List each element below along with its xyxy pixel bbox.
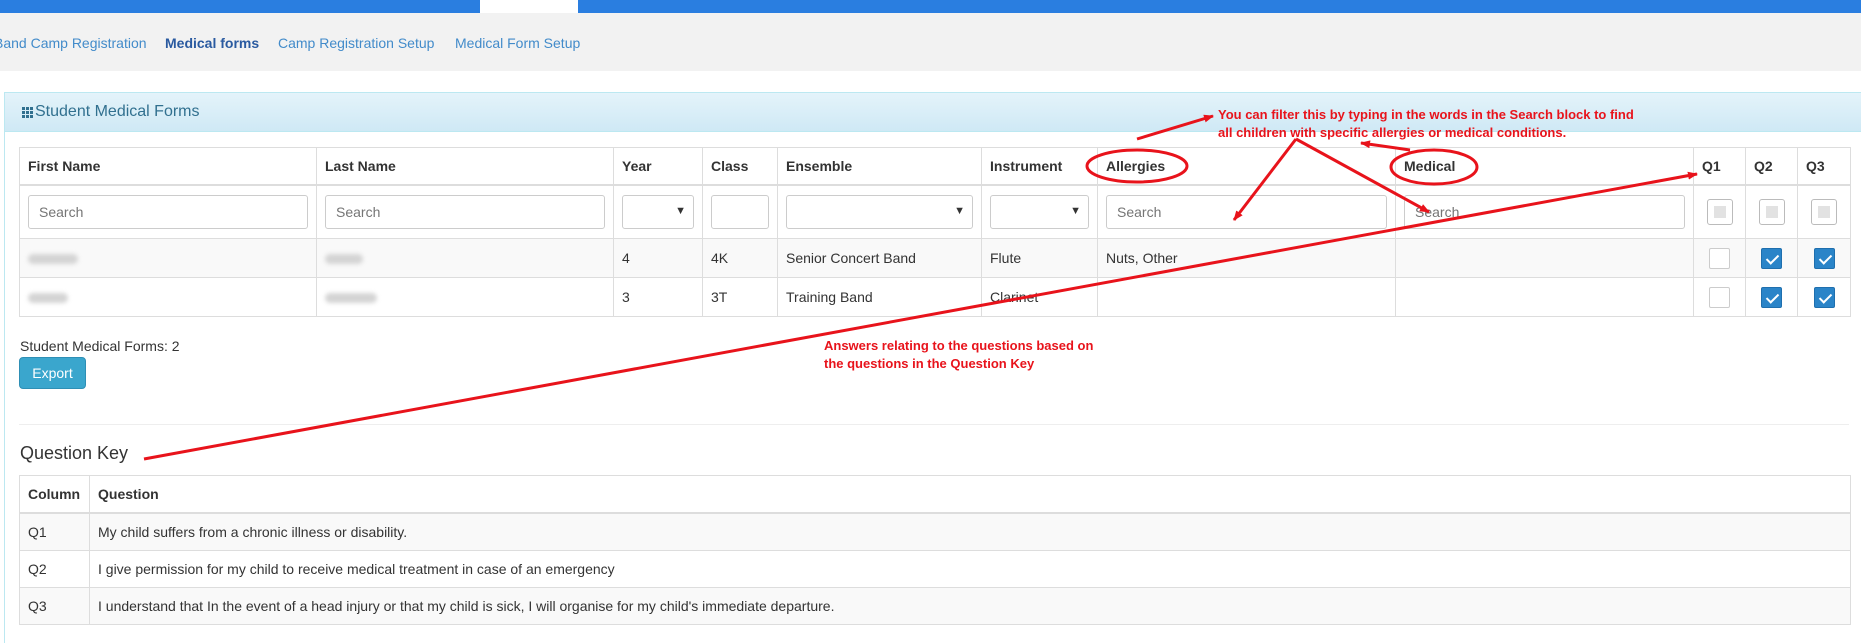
q1-checkbox[interactable]: [1709, 286, 1730, 308]
question-key-table: Column Question Q1 My child suffers from…: [19, 475, 1851, 625]
top-bar: [0, 0, 1861, 13]
allergies-cell: Nuts, Other: [1097, 238, 1396, 278]
instrument-cell: Flute: [981, 238, 1098, 278]
medical-forms-table: First Name Last Name Year Class Ensemble…: [19, 147, 1851, 317]
column-header-column: Column: [19, 475, 90, 514]
column-header-q2[interactable]: Q2: [1745, 147, 1798, 186]
column-header-medical[interactable]: Medical: [1395, 147, 1694, 186]
chevron-down-icon: ▼: [1070, 205, 1081, 217]
question-text-cell: My child suffers from a chronic illness …: [89, 512, 1851, 551]
column-header-instrument[interactable]: Instrument: [981, 147, 1098, 186]
column-header-ensemble[interactable]: Ensemble: [777, 147, 982, 186]
table-row: 4 4K Senior Concert Band Flute Nuts, Oth…: [19, 238, 1851, 278]
first-name-cell: [19, 277, 317, 317]
chevron-down-icon: ▼: [675, 205, 686, 217]
medical-cell: [1395, 238, 1694, 278]
table-row: Q3 I understand that In the event of a h…: [19, 587, 1851, 625]
column-header-allergies[interactable]: Allergies: [1097, 147, 1396, 186]
column-header-last-name[interactable]: Last Name: [316, 147, 614, 186]
column-header-q3[interactable]: Q3: [1797, 147, 1851, 186]
year-filter-select[interactable]: ▼: [622, 195, 694, 229]
q1-filter-checkbox[interactable]: [1706, 199, 1733, 225]
class-filter-input[interactable]: [711, 195, 769, 229]
q3-checkbox[interactable]: [1813, 286, 1835, 308]
class-cell: 3T: [702, 277, 778, 317]
q2-filter-checkbox[interactable]: [1758, 199, 1785, 225]
panel-title: Student Medical Forms: [35, 103, 200, 120]
sub-navigation: Band Camp Registration Medical forms Cam…: [0, 13, 1861, 71]
question-column-cell: Q3: [19, 587, 90, 625]
year-cell: 4: [613, 238, 703, 278]
table-row: 3 3T Training Band Clarinet: [19, 277, 1851, 317]
last-name-search-input[interactable]: [325, 195, 605, 229]
question-text-cell: I understand that In the event of a head…: [89, 587, 1851, 625]
q3-checkbox[interactable]: [1813, 247, 1835, 269]
question-column-cell: Q2: [19, 550, 90, 588]
allergies-cell: [1097, 277, 1396, 317]
class-cell: 4K: [702, 238, 778, 278]
ensemble-cell: Training Band: [777, 277, 982, 317]
column-header-q1[interactable]: Q1: [1693, 147, 1746, 186]
filter-annotation: You can filter this by typing in the wor…: [1218, 107, 1634, 140]
q2-checkbox[interactable]: [1761, 286, 1782, 308]
export-button[interactable]: Export: [19, 357, 86, 389]
medical-search-input[interactable]: [1404, 195, 1685, 229]
divider: [19, 424, 1849, 425]
nav-band-camp-registration[interactable]: Band Camp Registration: [0, 35, 147, 51]
first-name-cell: [19, 238, 317, 278]
instrument-cell: Clarinet: [981, 277, 1098, 317]
nav-medical-forms[interactable]: Medical forms: [165, 35, 259, 51]
instrument-filter-select[interactable]: ▼: [990, 195, 1089, 229]
column-header-class[interactable]: Class: [702, 147, 778, 186]
record-count: Student Medical Forms: 2: [20, 338, 180, 354]
question-text-cell: I give permission for my child to receiv…: [89, 550, 1851, 588]
last-name-cell: [316, 238, 614, 278]
top-bar-active-tab: [480, 0, 578, 13]
column-header-first-name[interactable]: First Name: [19, 147, 317, 186]
column-header-year[interactable]: Year: [613, 147, 703, 186]
chevron-down-icon: ▼: [954, 205, 965, 217]
ensemble-cell: Senior Concert Band: [777, 238, 982, 278]
nav-camp-registration-setup[interactable]: Camp Registration Setup: [278, 35, 434, 51]
ensemble-filter-select[interactable]: ▼: [786, 195, 973, 229]
first-name-search-input[interactable]: [28, 195, 308, 229]
q3-filter-checkbox[interactable]: [1811, 199, 1837, 225]
q1-checkbox[interactable]: [1709, 247, 1730, 269]
allergies-search-input[interactable]: [1106, 195, 1387, 229]
q2-checkbox[interactable]: [1761, 247, 1782, 269]
grid-icon: [22, 107, 34, 119]
table-row: Q2 I give permission for my child to rec…: [19, 550, 1851, 588]
question-key-title: Question Key: [20, 443, 129, 463]
year-cell: 3: [613, 277, 703, 317]
last-name-cell: [316, 277, 614, 317]
answers-annotation: Answers relating to the questions based …: [824, 338, 1094, 371]
nav-medical-form-setup[interactable]: Medical Form Setup: [455, 35, 580, 51]
question-column-cell: Q1: [19, 512, 90, 551]
column-header-question: Question: [89, 475, 1851, 514]
medical-cell: [1395, 277, 1694, 317]
table-row: Q1 My child suffers from a chronic illne…: [19, 512, 1851, 551]
